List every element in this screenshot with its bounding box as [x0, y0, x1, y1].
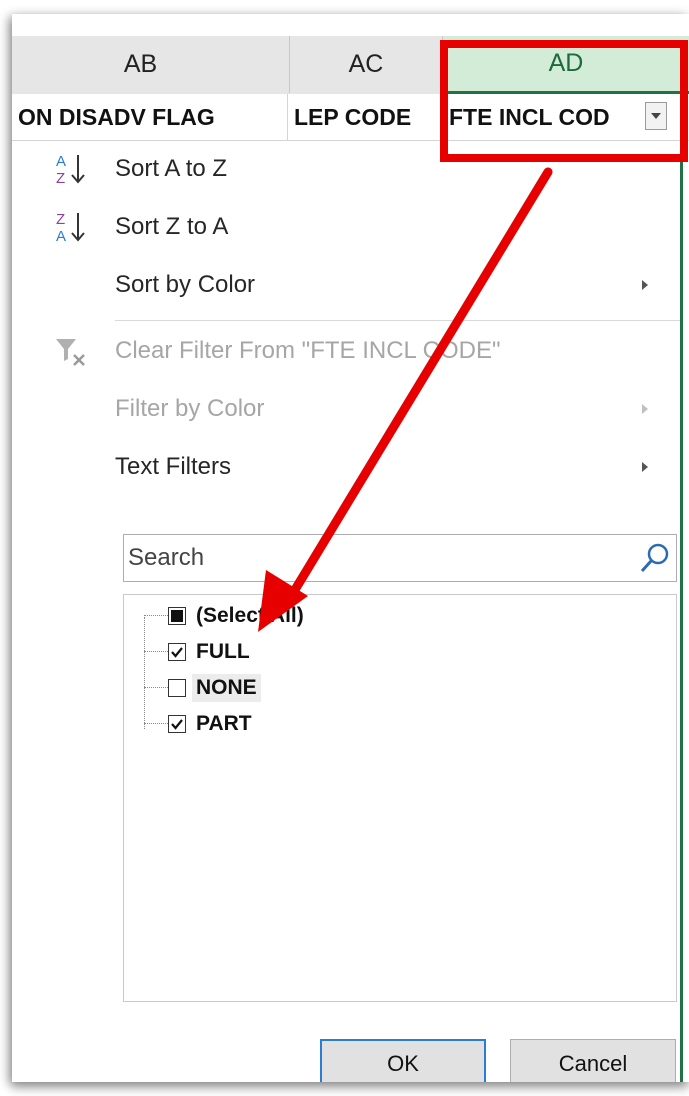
- submenu-arrow-icon: [642, 280, 648, 290]
- annotation-highlight-box: [440, 40, 688, 162]
- list-item-label: (Select All): [196, 604, 304, 627]
- select-all-checkbox[interactable]: [168, 607, 186, 625]
- grid-edge-left: [12, 141, 33, 1082]
- selected-column-border: [680, 141, 683, 1082]
- sort-descending-icon: Z A: [56, 211, 85, 245]
- list-item-label: FULL: [196, 640, 250, 663]
- field-cell-ab[interactable]: ON DISADV FLAG: [12, 94, 288, 140]
- menu-label: Clear Filter From "FTE INCL CODE": [115, 337, 501, 364]
- excel-window: AB AC AD ON DISADV FLAG LEP CODE FTE INC…: [12, 14, 689, 1082]
- submenu-arrow-icon: [642, 462, 648, 472]
- search-icon[interactable]: [638, 541, 672, 575]
- menu-label: Sort by Color: [115, 271, 256, 298]
- none-checkbox[interactable]: [168, 679, 186, 697]
- submenu-arrow-icon: [642, 404, 648, 414]
- list-item-part[interactable]: PART: [144, 707, 256, 741]
- list-item-full[interactable]: FULL: [144, 635, 254, 669]
- list-item-label: NONE: [192, 674, 261, 702]
- filter-value-list: (Select All) FULL NONE PART: [123, 594, 677, 1002]
- autofilter-menu: A Z Sort A to Z Z A Sort Z to A Sort by …: [32, 141, 680, 1082]
- filter-search-box: [123, 534, 677, 582]
- clear-filter-item[interactable]: Clear Filter From "FTE INCL CODE": [32, 323, 680, 379]
- column-letter: AB: [123, 50, 158, 78]
- sort-z-to-a-item[interactable]: Z A Sort Z to A: [32, 199, 680, 255]
- svg-text:A: A: [56, 228, 66, 245]
- text-filters-item[interactable]: Text Filters: [32, 439, 680, 495]
- menu-label: Sort Z to A: [115, 213, 229, 240]
- field-cell-ac[interactable]: LEP CODE: [288, 94, 443, 140]
- ok-button[interactable]: OK: [320, 1039, 486, 1082]
- sort-ascending-icon: A Z: [56, 153, 85, 187]
- menu-label: Sort A to Z: [115, 155, 228, 182]
- column-header-ab[interactable]: AB: [12, 36, 290, 93]
- list-item-none[interactable]: NONE: [144, 671, 261, 705]
- list-item-select-all[interactable]: (Select All): [144, 599, 308, 633]
- menu-separator: [115, 320, 680, 321]
- svg-text:Z: Z: [56, 170, 65, 187]
- clear-filter-icon: [56, 339, 85, 366]
- svg-text:A: A: [56, 153, 66, 170]
- menu-label: Filter by Color: [115, 395, 265, 422]
- full-checkbox[interactable]: [168, 643, 186, 661]
- filter-by-color-item[interactable]: Filter by Color: [32, 381, 680, 437]
- search-input[interactable]: [124, 543, 610, 573]
- list-item-label: PART: [196, 712, 252, 735]
- checkmark-icon: [171, 719, 183, 730]
- svg-text:Z: Z: [56, 211, 65, 228]
- column-header-ac[interactable]: AC: [290, 36, 443, 93]
- part-checkbox[interactable]: [168, 715, 186, 733]
- sort-by-color-item[interactable]: Sort by Color: [32, 257, 680, 313]
- checkmark-icon: [171, 647, 183, 658]
- menu-label: Text Filters: [115, 453, 232, 480]
- cancel-button[interactable]: Cancel: [510, 1039, 676, 1082]
- column-letter: AC: [348, 50, 384, 78]
